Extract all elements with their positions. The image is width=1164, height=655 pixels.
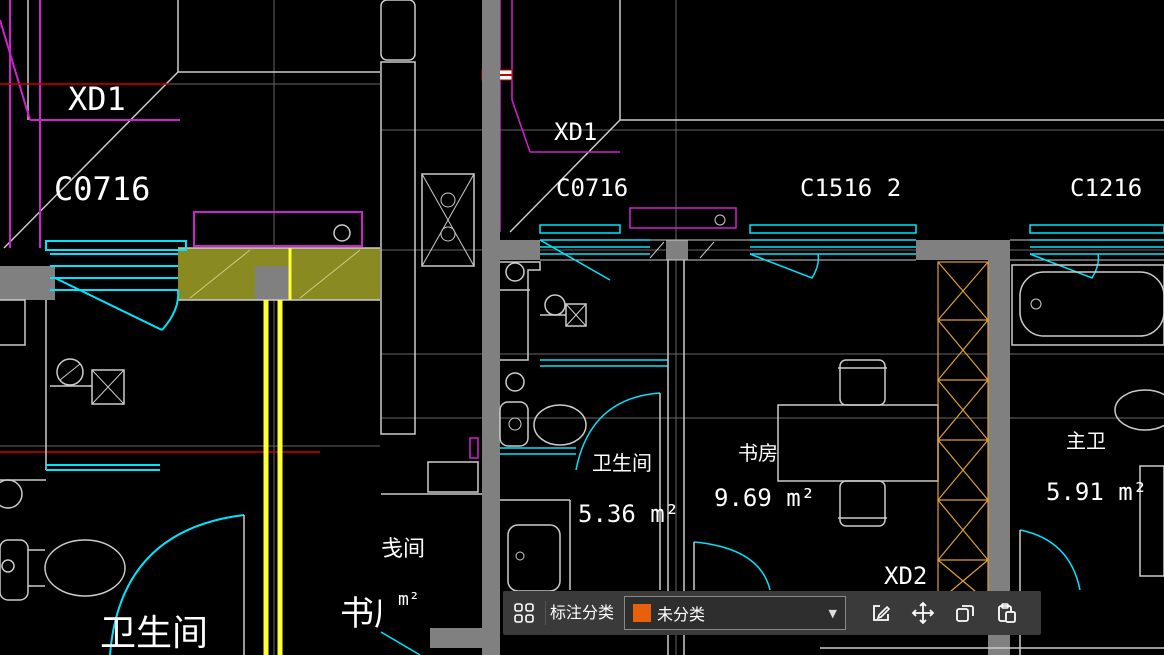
plan-xd1-label: XD1 (554, 118, 597, 146)
room-area-bathroom: 5.36 m² (578, 500, 679, 528)
apps-icon[interactable] (503, 591, 545, 635)
room-name-bathroom: 卫生间 (592, 451, 652, 475)
plan-xd2-label: XD2 (884, 562, 927, 590)
chevron-down-icon: ▼ (828, 606, 838, 620)
category-color-swatch (633, 604, 652, 622)
edit-icon (873, 605, 891, 621)
main-plan: XD1 C0716 C1516 2 C1216 XD2 戋间 m² 卫生间 5.… (380, 0, 1164, 655)
plan-partial-room-label: 戋间 (381, 537, 425, 562)
category-value: 未分类 (657, 605, 706, 624)
plan-c1216-label: C1216 (1070, 174, 1142, 202)
move-button[interactable] (902, 591, 944, 635)
left-c0716-label: C0716 (54, 170, 150, 208)
move-icon (911, 601, 935, 625)
copy-icon (956, 605, 974, 622)
category-label: 标注分类 (545, 601, 622, 625)
room-area-study: 9.69 m² (714, 484, 815, 512)
edit-button[interactable] (860, 591, 902, 635)
paste-icon (998, 603, 1016, 623)
room-area-master-bath: 5.91 m² (1046, 478, 1147, 506)
left-bathroom-label: 卫生间 (100, 613, 208, 654)
paste-button[interactable] (986, 591, 1028, 635)
category-dropdown[interactable]: 未分类 ▼ (624, 596, 847, 630)
annotation-toolbar: 标注分类 未分类 ▼ (503, 591, 1041, 635)
room-name-study: 书房 (738, 441, 778, 465)
plan-partial-area-label: m² (398, 589, 420, 610)
plan-c1516-label: C1516 2 (800, 174, 901, 202)
room-name-master-bath: 主卫 (1066, 429, 1106, 453)
left-xd1-label: XD1 (68, 80, 126, 118)
plan-c0716-label: C0716 (556, 174, 628, 202)
copy-button[interactable] (944, 591, 986, 635)
cad-drawing-canvas[interactable]: XD1 C0716 卫生间 书房 XD1 C0716 C1516 2 C1216… (0, 0, 1164, 655)
